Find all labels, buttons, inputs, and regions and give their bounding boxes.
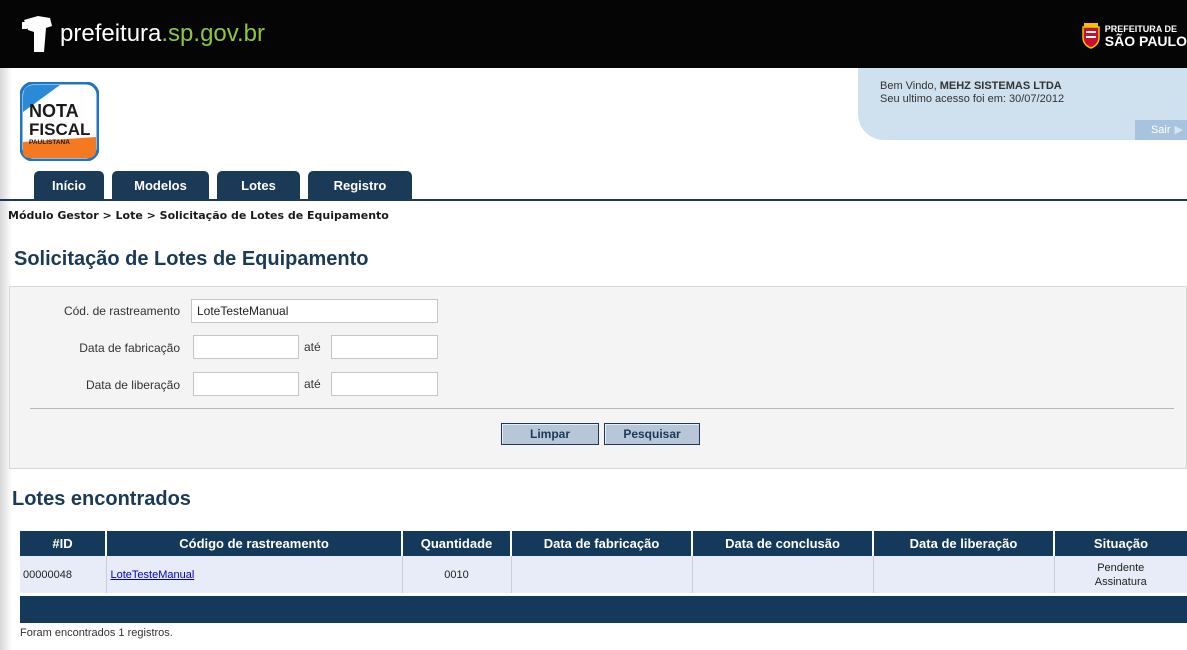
main-tabs: Início Modelos Lotes Registro [34,171,420,200]
tab-underline [0,199,1187,201]
cell-id: 00000048 [20,556,107,593]
welcome-line: Bem Vindo, MEHZ SISTEMAS LTDA [880,80,1062,92]
records-count-text: Foram encontrados 1 registros. [20,627,173,639]
tab-registro[interactable]: Registro [308,171,412,200]
page: prefeitura.sp.gov.br PREFEITURA DE SÃO P… [0,0,1187,650]
column-header-quantity[interactable]: Quantidade [402,531,512,556]
logo-text-paulistana: PAULISTANA [29,139,70,146]
fabrication-date-label: Data de fabricação [79,341,180,355]
city-silhouette-logo-icon [22,16,52,52]
site-name-prefix: prefeitura [60,20,162,47]
table-header-row: #ID Código de rastreamento Quantidade Da… [20,531,1187,556]
fabrication-until-label: até [304,340,321,354]
logout-button[interactable]: Sair ▶ [1134,120,1187,140]
logo-text-nota: NOTA [29,101,79,121]
fabrication-date-to-input[interactable] [331,335,438,359]
form-divider [30,408,1174,409]
status-line2: Assinatura [1094,575,1147,588]
site-name[interactable]: prefeitura.sp.gov.br [60,20,265,48]
nota-fiscal-paulistana-logo[interactable]: NOTA FISCAL PAULISTANA [20,82,99,161]
results-table: #ID Código de rastreamento Quantidade Da… [20,531,1187,593]
release-date-from-input[interactable] [193,372,299,396]
prefeitura-line2: SÃO PAULO [1104,33,1187,49]
tab-inicio[interactable]: Início [34,171,104,200]
cell-conclusion [692,556,874,593]
top-bar: prefeitura.sp.gov.br PREFEITURA DE SÃO P… [0,0,1187,68]
column-header-status[interactable]: Situação [1054,531,1187,556]
status-line1: Pendente [1097,561,1145,574]
cell-status: Pendente Assinatura [1054,556,1187,593]
cell-release [873,556,1055,593]
welcome-panel: Bem Vindo, MEHZ SISTEMAS LTDA Seu ultimo… [858,68,1187,140]
page-title: Solicitação de Lotes de Equipamento [14,248,369,270]
cell-fabrication [511,556,693,593]
breadcrumb: Módulo Gestor > Lote > Solicitação de Lo… [8,209,389,222]
welcome-greeting: Bem Vindo, [880,80,940,92]
column-header-fabrication[interactable]: Data de fabricação [511,531,693,556]
release-until-label: até [304,377,321,391]
chevron-right-icon: ▶ [1174,124,1183,136]
fabrication-date-from-input[interactable] [193,335,299,359]
welcome-user: MEHZ SISTEMAS LTDA [939,80,1062,92]
column-header-code[interactable]: Código de rastreamento [106,531,403,556]
site-name-domain: .sp.gov.br [161,20,265,47]
table-footer-bar [20,596,1187,623]
release-date-label: Data de liberação [85,378,180,392]
last-access-text: Seu ultimo acesso foi em: 30/07/2012 [880,93,1065,105]
release-date-to-input[interactable] [331,372,438,396]
prefeitura-text: PREFEITURA DE SÃO PAULO [1105,24,1187,48]
tab-lotes[interactable]: Lotes [217,171,300,200]
logo-text-fiscal: FISCAL [29,120,90,139]
cell-code: LoteTesteManual [106,556,403,593]
column-header-release[interactable]: Data de liberação [873,531,1055,556]
table-row: 00000048 LoteTesteManual 0010 Pendente As… [20,556,1187,593]
tracking-code-input[interactable] [191,299,438,323]
cell-quantity: 0010 [402,556,512,593]
column-header-conclusion[interactable]: Data de conclusão [692,531,874,556]
coat-of-arms-icon [1082,23,1100,49]
tracking-code-link[interactable]: LoteTesteManual [111,569,195,581]
logout-label: Sair [1150,124,1171,136]
prefeitura-sp-logo[interactable]: PREFEITURA DE SÃO PAULO [1081,22,1187,50]
search-button[interactable]: Pesquisar [604,423,700,445]
clear-button[interactable]: Limpar [501,423,599,445]
column-header-id[interactable]: #ID [20,531,107,556]
results-title: Lotes encontrados [12,488,191,510]
tab-modelos[interactable]: Modelos [112,171,209,200]
tracking-code-label: Cód. de rastreamento [63,304,180,318]
